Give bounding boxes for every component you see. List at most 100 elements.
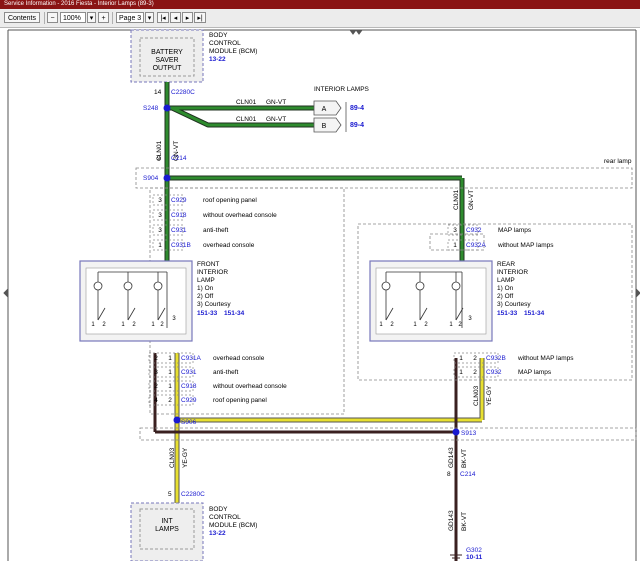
wire-gnvt-rear: GN-VT	[468, 190, 475, 210]
int-lamps-line-1: INT	[161, 518, 173, 525]
ground-g302-ref[interactable]: 10-11	[466, 554, 483, 561]
zoom-dropdown-button[interactable]: ▾	[87, 12, 96, 23]
pin-5: 5	[168, 491, 172, 498]
wire-gnvt-b: GN-VT	[266, 116, 286, 123]
wire-cln01-a: CLN01	[236, 99, 257, 106]
connector-id[interactable]: C931	[181, 369, 197, 376]
connector-id[interactable]: C932	[466, 227, 482, 234]
front-lamp-line-1: FRONT	[197, 261, 219, 268]
rear-lamp-line-1: REAR	[497, 261, 515, 268]
front-lamp-line-2: INTERIOR	[197, 269, 228, 276]
rear-lamp-ref-2[interactable]: 151-34	[524, 310, 545, 317]
ref-89-4-a[interactable]: 89-4	[350, 105, 364, 112]
bcm-bottom-ref-link[interactable]: 13-22	[209, 530, 226, 537]
connector-pin-a: 4	[154, 397, 158, 404]
connector-pin: 3	[158, 227, 162, 234]
connector-id[interactable]: C932	[486, 369, 502, 376]
bcm-label-3: MODULE (BCM)	[209, 48, 257, 55]
connector-desc: without overhead console	[212, 383, 287, 390]
front-connector-stack-bottom: 2 1 C931A overhead console 3 1 C931 anti-theft 2…	[148, 352, 287, 406]
front-lamp-mode-3: 3) Courtesy	[197, 301, 231, 308]
bcm-ref-link[interactable]: 13-22	[209, 56, 226, 63]
toolbar: Contents − 100% ▾ + Page 3 ▾ |◂ ◂ ▸ ▸|	[0, 9, 640, 28]
connector-b-label: B	[322, 123, 327, 130]
connector-a-label: A	[322, 106, 327, 113]
wire-cln01-b: CLN01	[236, 116, 257, 123]
connector-id[interactable]: C929	[171, 197, 187, 204]
wire-cln01-rear: CLN01	[453, 189, 460, 210]
window-title: Service Information - 2016 Fiesta - Inte…	[4, 1, 154, 7]
connector-id[interactable]: C932A	[466, 242, 487, 249]
bcm-bottom-label-1: BODY	[209, 506, 228, 513]
connector-desc: overhead console	[203, 242, 255, 249]
window-title-bar: Service Information - 2016 Fiesta - Inte…	[0, 0, 640, 9]
page-field[interactable]: Page 3	[116, 12, 144, 23]
splice-s248[interactable]: S248	[143, 105, 159, 112]
top-labels: 14 C2280C S248 CLN01 GN-VT CLN01 GN-VT I…	[143, 86, 632, 210]
connector-id[interactable]: C931A	[181, 355, 202, 362]
bcm-label-2: CONTROL	[209, 40, 241, 47]
connector-desc: anti-theft	[213, 369, 238, 376]
wiring-diagram: BATTERY SAVER OUTPUT BODY CONTROL MODULE…	[3, 29, 640, 561]
connector-pin-a: 2	[154, 355, 158, 362]
interior-lamp-connectors: A B 89-4 89-4	[313, 100, 364, 133]
connector-id[interactable]: C932B	[486, 355, 506, 362]
bcm-box-line-3: OUTPUT	[153, 65, 183, 72]
splice-s904[interactable]: S904	[143, 175, 159, 182]
connector-id[interactable]: C931	[171, 227, 187, 234]
connector-c214-bottom[interactable]: C214	[460, 471, 476, 478]
splice-s906[interactable]: S906	[181, 419, 197, 426]
pin-8: 8	[447, 471, 451, 478]
wire-gd143-b: GD143	[448, 510, 455, 531]
connector-pin: 3	[158, 197, 162, 204]
rear-lamp-line-2: INTERIOR	[497, 269, 528, 276]
connector-c2280c-bottom[interactable]: C2280C	[181, 491, 205, 498]
wire-gd143-a: GD143	[448, 447, 455, 468]
page-dropdown-button[interactable]: ▾	[145, 12, 154, 23]
bcm-bottom-module: INT LAMPS BODY CONTROL MODULE (BCM) 13-2…	[130, 502, 257, 561]
front-lamp-mode-1: 1) On	[197, 285, 214, 292]
front-lamp-ref-2[interactable]: 151-34	[224, 310, 245, 317]
connector-id[interactable]: C918	[171, 212, 187, 219]
toolbar-separator	[44, 12, 45, 24]
connector-id[interactable]: C918	[181, 383, 197, 390]
wire-bkvt-a: BK-VT	[461, 449, 468, 468]
rear-lamp-ref-1[interactable]: 151-33	[497, 310, 518, 317]
connector-id[interactable]: C931B	[171, 242, 191, 249]
ref-89-4-b[interactable]: 89-4	[350, 122, 364, 129]
connector-pin: 1	[158, 242, 162, 249]
front-connector-stack-top: 3 C929 roof opening panel 3 C918 without over…	[152, 194, 277, 251]
splice-s913[interactable]: S913	[461, 430, 477, 437]
rear-connector-stack-bottom: 1 2 C932B without MAP lamps 1 2 C932 MAP lamps	[453, 352, 574, 378]
front-lamp-ref-1[interactable]: 151-33	[197, 310, 218, 317]
wire-yegy-rear: YE-GY	[486, 385, 493, 406]
front-lamp-line-3: LAMP	[197, 277, 215, 284]
connector-pin-b: 2	[168, 397, 172, 404]
wire-bkvt-b: BK-VT	[461, 512, 468, 531]
wire-cln03-front: CLN03	[169, 447, 176, 468]
rear-lamp-mode-3: 3) Courtesy	[497, 301, 531, 308]
bcm-label-1: BODY	[209, 32, 228, 39]
first-page-button[interactable]: |◂	[157, 12, 169, 23]
contents-button[interactable]: Contents	[4, 12, 40, 23]
front-lamp-mode-2: 2) Off	[197, 293, 213, 300]
connector-pin-b: 2	[473, 369, 477, 376]
rear-lamp-label: rear lamp	[604, 158, 632, 165]
connector-c2280c-top[interactable]: C2280C	[171, 89, 195, 96]
last-page-button[interactable]: ▸|	[194, 12, 206, 23]
connector-desc: roof opening panel	[203, 197, 257, 204]
connector-id[interactable]: C929	[181, 397, 197, 404]
rear-interior-lamp: 1 2 1 2 1 2 3 REAR INTERIOR LAMP 1) On 2…	[369, 260, 545, 342]
wire-yegy-front: YE-GY	[182, 447, 189, 468]
zoom-out-button[interactable]: −	[47, 12, 58, 23]
connector-pin-b: 1	[168, 369, 172, 376]
zoom-level-field[interactable]: 100%	[60, 12, 86, 23]
connector-pin: 3	[158, 212, 162, 219]
ground-g302[interactable]: G302	[466, 547, 482, 554]
zoom-in-button[interactable]: +	[98, 12, 109, 23]
next-page-button[interactable]: ▸	[182, 12, 193, 23]
connector-c214-top[interactable]: C214	[171, 155, 187, 162]
connector-desc: without overhead console	[202, 212, 277, 219]
rear-lamp-mode-2: 2) Off	[497, 293, 513, 300]
prev-page-button[interactable]: ◂	[170, 12, 181, 23]
